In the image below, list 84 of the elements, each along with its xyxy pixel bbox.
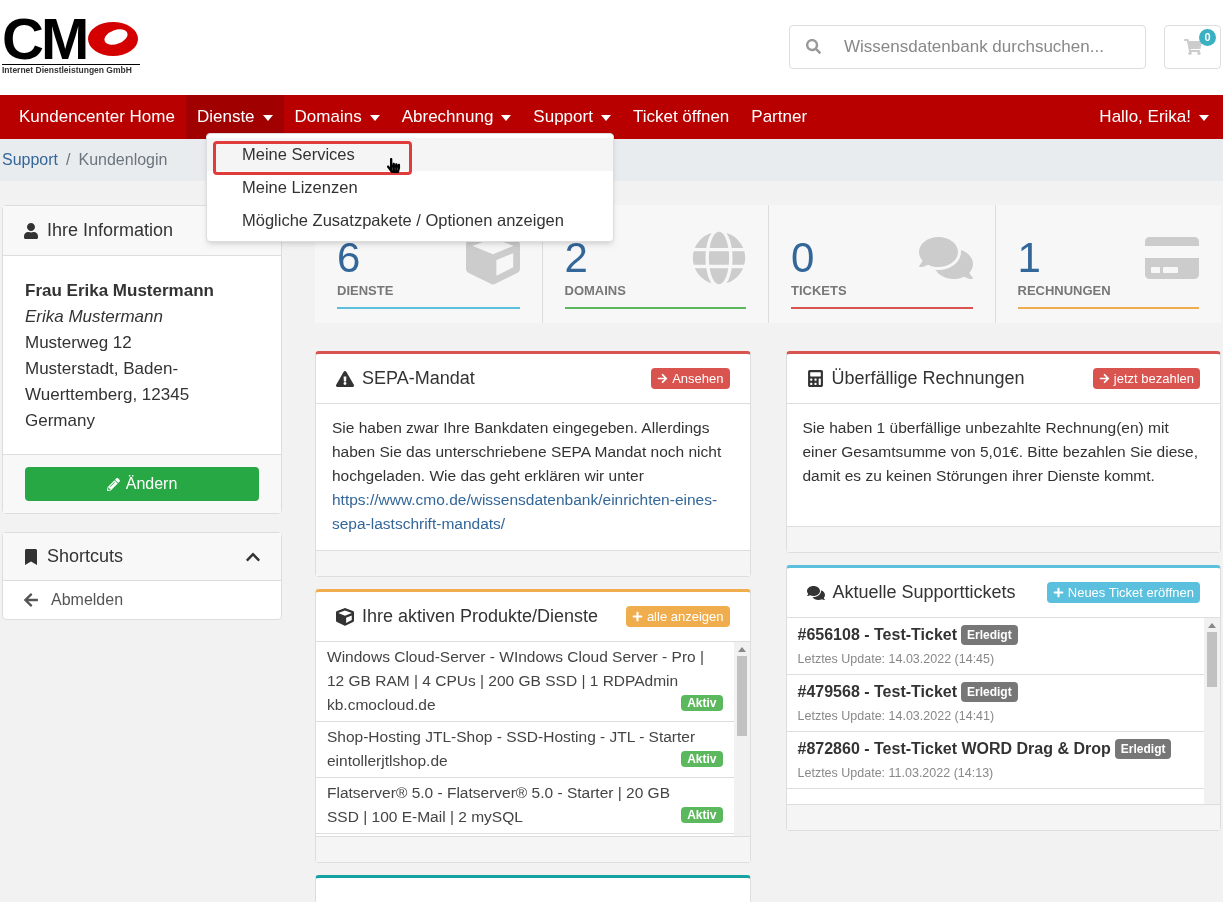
product-name: Flatserver® 5.0 - Flatserver® 5.0 - Starter | 20 GB SSD | 100 E-Mail | 2 mySQL: [327, 783, 671, 827]
dropdown-item[interactable]: Meine Services: [207, 138, 613, 171]
stat-value: 0: [791, 235, 815, 281]
dropdown-item[interactable]: Meine Lizenzen: [207, 171, 613, 204]
product-name: Shop-Hosting JTL-Shop - SSD-Hosting - JTL - Starter: [327, 727, 697, 747]
arrow-right-icon: [657, 373, 669, 384]
knowledgebase-link[interactable]: https://www.cmo.de/wissensdatenbank/einrichten-eines-sepa-lastschrift-mandats/: [332, 488, 734, 536]
nav-link[interactable]: Dienste: [185, 95, 284, 139]
ticket-row[interactable]: #656108 - Test-Ticket Erledigt Letztes Update: 14.03.2022 (14:45): [786, 618, 1204, 675]
ticket-updated: Letztes Update: 11.03.2022 (14:13): [797, 765, 995, 782]
ticket-row[interactable]: #479568 - Test-Ticket Erledigt Letztes Update: 14.03.2022 (14:41): [786, 675, 1204, 732]
product-domain: eintollerjtlshop.de: [327, 751, 448, 771]
cart-count-badge: 0: [1199, 29, 1216, 46]
plus-icon: [631, 611, 643, 622]
scrollbar[interactable]: [733, 642, 750, 836]
product-domain: kb.cmocloud.de: [327, 695, 436, 715]
stat-value: 2: [564, 235, 588, 281]
stat-value: 6: [337, 235, 361, 281]
bookmark-icon: [23, 548, 39, 565]
status-badge: Erledigt: [1114, 739, 1172, 759]
ticket-title: #872860 - Test-Ticket WORD Drag & Drop: [797, 739, 1111, 759]
contact-name: Erika Mustermann: [25, 306, 164, 328]
sepa-message: Sie haben zwar Ihre Bankdaten eingegeben. Allerdings haben Sie das unterschriebene SEPA Mandat noch nicht hochgeladen. Wie das geht erklären wir unter: [332, 418, 723, 486]
pointer-cursor-icon: [386, 158, 401, 173]
user-menu[interactable]: Hallo, Erika!: [1099, 104, 1215, 130]
address-line: Musterstadt, Baden-Wuerttemberg, 12345: [25, 358, 191, 406]
ticket-row[interactable]: #872860 - Test-Ticket WORD Drag & Drop Erledigt Letztes Update: 11.03.2022 (14:13): [786, 732, 1204, 789]
nav-link[interactable]: Domains: [283, 95, 391, 139]
address-line: Germany: [25, 410, 96, 432]
panel-action-button[interactable]: jetzt bezahlen: [1092, 367, 1200, 390]
dropdown-item[interactable]: Mögliche Zusatzpakete / Optionen anzeigen: [207, 204, 613, 237]
ticket-title: #479568 - Test-Ticket: [797, 682, 957, 702]
breadcrumb-current: Kundenlogin: [78, 150, 168, 170]
caret-icon: [1199, 114, 1209, 121]
product-row[interactable]: Shop-Hosting JTL-Shop - SSD-Hosting - JTL - Starter eintollerjtlshop.de Aktiv: [316, 722, 734, 778]
plus-icon: [1052, 587, 1064, 598]
panel-action-button[interactable]: Ansehen: [651, 367, 730, 390]
stat-value: 1: [1017, 235, 1041, 281]
scrollbar-thumb[interactable]: [1207, 632, 1217, 687]
status-badge: Aktiv: [681, 751, 723, 767]
panel-title: Aktuelle Supporttickets: [832, 581, 1016, 604]
nav-link[interactable]: Kundencenter Home: [8, 95, 186, 139]
address-line: Musterweg 12: [25, 332, 133, 354]
arrow-left-icon: [23, 592, 39, 608]
nav-link[interactable]: Abrechnung: [390, 95, 523, 139]
pencil-icon: [106, 477, 120, 491]
stat-label: DIENSTE: [337, 282, 394, 300]
ticket-title: #656108 - Test-Ticket: [797, 625, 957, 645]
calculator-icon: [806, 370, 824, 387]
breadcrumb-link[interactable]: Support: [2, 148, 59, 172]
status-badge: Aktiv: [681, 807, 723, 823]
chat-bubbles-icon: [806, 583, 825, 602]
search-icon: [806, 39, 821, 54]
nav-link[interactable]: Support: [522, 95, 622, 139]
status-badge: Erledigt: [961, 625, 1018, 645]
search-field[interactable]: Wissensdatenbank durchsuchen...: [789, 25, 1146, 69]
status-badge: Erledigt: [961, 682, 1018, 702]
product-row[interactable]: Flatserver® 5.0 - Flatserver® 5.0 - Starter | 20 GB SSD | 100 E-Mail | 2 mySQL Aktiv: [316, 778, 734, 834]
card-title: Ihre Information: [47, 219, 174, 242]
stat-label: TICKETS: [791, 282, 847, 300]
status-badge: Aktiv: [681, 695, 723, 711]
shortcut-link[interactable]: Abmelden: [3, 581, 281, 619]
customer-name: Frau Erika Mustermann: [25, 280, 215, 302]
cart-icon: [1183, 38, 1202, 56]
nav-link[interactable]: Ticket öffnen: [621, 95, 741, 139]
ticket-updated: Letztes Update: 14.03.2022 (14:45): [797, 651, 996, 668]
overdue-message: Sie haben 1 überfällige unbezahlte Rechnung(en) mit einer Gesamtsumme von 5,01€. Bitte bezahlen Sie diese, damit es zu keinen Störungen ihrer Dienste kommt.: [801, 418, 1199, 486]
card-title: Shortcuts: [47, 545, 124, 568]
warning-icon: [336, 369, 354, 388]
arrow-right-icon: [1098, 373, 1110, 384]
panel-title: Überfällige Rechnungen: [831, 367, 1025, 390]
globe-icon: [692, 231, 746, 285]
scrollbar[interactable]: [1204, 618, 1220, 804]
breadcrumb-separator: /: [66, 150, 71, 170]
stat-label: RECHNUNGEN: [1017, 282, 1111, 300]
cube-icon: [336, 607, 354, 626]
stat-label: DOMAINS: [564, 282, 626, 300]
panel-title: Ihre aktiven Produkte/Dienste: [362, 605, 599, 628]
user-icon: [23, 222, 39, 239]
ticket-updated: Letztes Update: 14.03.2022 (14:41): [797, 708, 996, 725]
panel-title: SEPA-Mandat: [362, 367, 475, 390]
scrollbar-thumb[interactable]: [736, 656, 747, 736]
nav-link[interactable]: Partner: [740, 95, 819, 139]
product-row[interactable]: Windows Cloud-Server - WIndows Cloud Server - Pro | 12 GB RAM | 4 CPUs | 200 GB SSD | 1 RDPAdmin kb.cmocloud.de Aktiv: [316, 642, 734, 722]
